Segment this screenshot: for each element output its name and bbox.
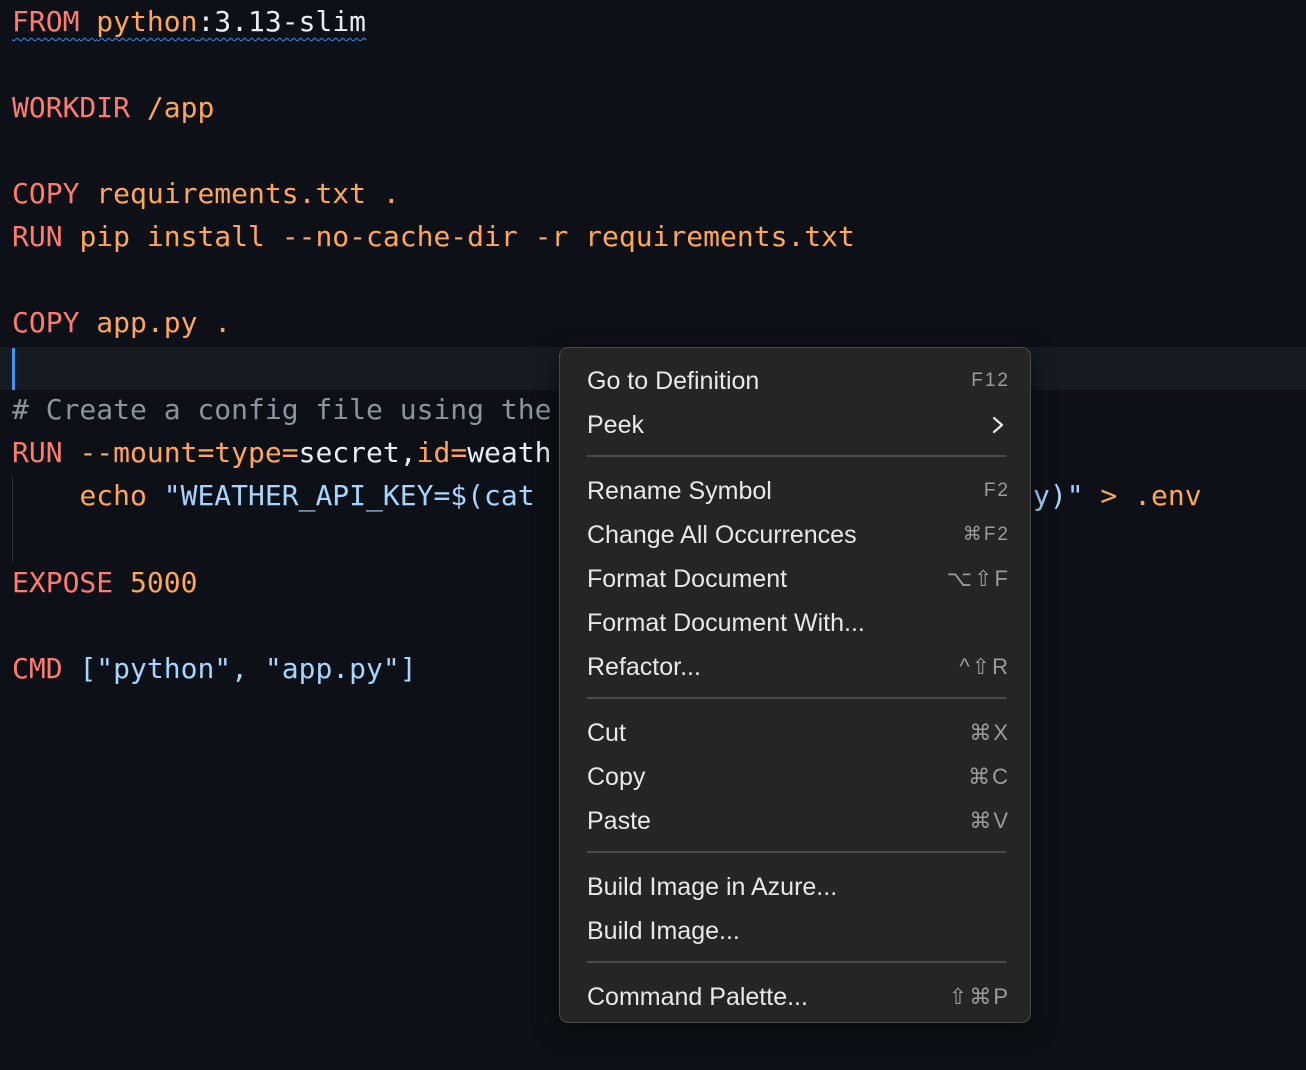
argument: requirements.txt . (96, 177, 400, 210)
text-cursor (12, 348, 15, 390)
code-line-expose[interactable]: EXPOSE 5000 (12, 561, 197, 604)
comment: # Create a config file using the (12, 393, 552, 426)
echo-command: echo (79, 479, 164, 512)
menu-item-label: Format Document With... (587, 609, 865, 637)
menu-item-label: Format Document (587, 565, 788, 593)
code-line-echo[interactable]: echo "WEATHER_API_KEY=$(cat (12, 474, 535, 517)
keyword: EXPOSE (12, 566, 114, 599)
menu-item-label: Command Palette... (587, 983, 808, 1011)
menu-item-refactor[interactable]: Refactor... ^⇧R (560, 645, 1030, 689)
id-value: weath (467, 436, 552, 469)
keyword: WORKDIR (12, 91, 131, 124)
redirect: > .env (1083, 479, 1202, 512)
menu-item-build-image[interactable]: Build Image... (560, 909, 1030, 953)
menu-item-change-all-occurrences[interactable]: Change All Occurrences ⌘F2 (560, 513, 1030, 557)
menu-item-shortcut: ^⇧R (959, 654, 1010, 679)
code-line-1[interactable]: FROM python:3.13-slim (12, 0, 366, 43)
code-line-5[interactable]: COPY app.py . (12, 301, 231, 344)
image-name: python (96, 5, 198, 38)
keyword: RUN (12, 220, 63, 253)
cmd-array: ["python", "app.py"] (79, 652, 417, 685)
menu-item-peek[interactable]: Peek (560, 403, 1030, 447)
menu-item-label: Copy (587, 763, 646, 791)
keyword: COPY (12, 177, 80, 210)
keyword: CMD (12, 652, 63, 685)
code-line-run-mount[interactable]: RUN --mount=type=secret,id=weath (12, 431, 551, 474)
menu-item-build-image-azure[interactable]: Build Image in Azure... (560, 865, 1030, 909)
menu-separator (587, 455, 1006, 457)
chevron-right-icon (992, 416, 1004, 434)
keyword: COPY (12, 306, 80, 339)
code-line-3[interactable]: COPY requirements.txt . (12, 172, 400, 215)
code-line-echo-tail[interactable]: y)" > .env (1033, 474, 1202, 517)
menu-item-format-document[interactable]: Format Document ⌥⇧F (560, 557, 1030, 601)
code-line-2[interactable]: WORKDIR /app (12, 86, 214, 129)
menu-item-go-to-definition[interactable]: Go to Definition F12 (560, 359, 1030, 403)
menu-item-label: Peek (587, 411, 644, 439)
string: "WEATHER_API_KEY=$(cat (163, 479, 535, 512)
menu-item-shortcut: F2 (983, 480, 1010, 501)
warning-squiggle[interactable]: FROM python:3.13-slim (12, 5, 366, 38)
argument: /app (146, 91, 215, 124)
code-line-comment[interactable]: # Create a config file using the (12, 388, 551, 431)
menu-item-shortcut: ⇧⌘P (948, 984, 1010, 1009)
menu-item-label: Build Image... (587, 917, 740, 945)
menu-item-label: Build Image in Azure... (587, 873, 838, 901)
keyword: FROM (12, 5, 80, 38)
context-menu: Go to Definition F12 Peek Rename Symbol … (559, 347, 1031, 1023)
menu-item-shortcut: ⌘F2 (962, 524, 1010, 545)
argument: app.py . (96, 306, 232, 339)
menu-item-rename-symbol[interactable]: Rename Symbol F2 (560, 469, 1030, 513)
menu-item-paste[interactable]: Paste ⌘V (560, 799, 1030, 843)
menu-item-copy[interactable]: Copy ⌘C (560, 755, 1030, 799)
keyword: RUN (12, 436, 63, 469)
mount-option: --mount=type= (79, 436, 299, 469)
menu-separator (587, 851, 1006, 853)
code-line-cmd[interactable]: CMD ["python", "app.py"] (12, 647, 417, 690)
id-option: id= (416, 436, 468, 469)
menu-item-label: Rename Symbol (587, 477, 772, 505)
port-number: 5000 (130, 566, 198, 599)
menu-item-cut[interactable]: Cut ⌘X (560, 711, 1030, 755)
menu-item-shortcut: F12 (971, 370, 1010, 391)
menu-separator (587, 961, 1006, 963)
menu-item-label: Change All Occurrences (587, 521, 857, 549)
menu-item-label: Paste (587, 807, 651, 835)
menu-item-shortcut: ⌘V (969, 808, 1010, 833)
menu-separator (587, 697, 1006, 699)
code-line-4[interactable]: RUN pip install --no-cache-dir -r requir… (12, 215, 855, 258)
menu-item-command-palette[interactable]: Command Palette... ⇧⌘P (560, 975, 1030, 1019)
menu-item-format-document-with[interactable]: Format Document With... (560, 601, 1030, 645)
mount-value: secret, (298, 436, 417, 469)
menu-item-shortcut: ⌥⇧F (946, 566, 1010, 591)
menu-item-label: Cut (587, 719, 626, 747)
menu-item-label: Go to Definition (587, 367, 760, 395)
argument: pip install --no-cache-dir -r requiremen… (79, 220, 855, 253)
image-tag: :3.13-slim (197, 5, 367, 38)
string-end: y)" (1033, 479, 1084, 512)
menu-item-shortcut: ⌘X (969, 720, 1010, 745)
menu-item-shortcut: ⌘C (968, 764, 1010, 789)
menu-item-label: Refactor... (587, 653, 701, 681)
